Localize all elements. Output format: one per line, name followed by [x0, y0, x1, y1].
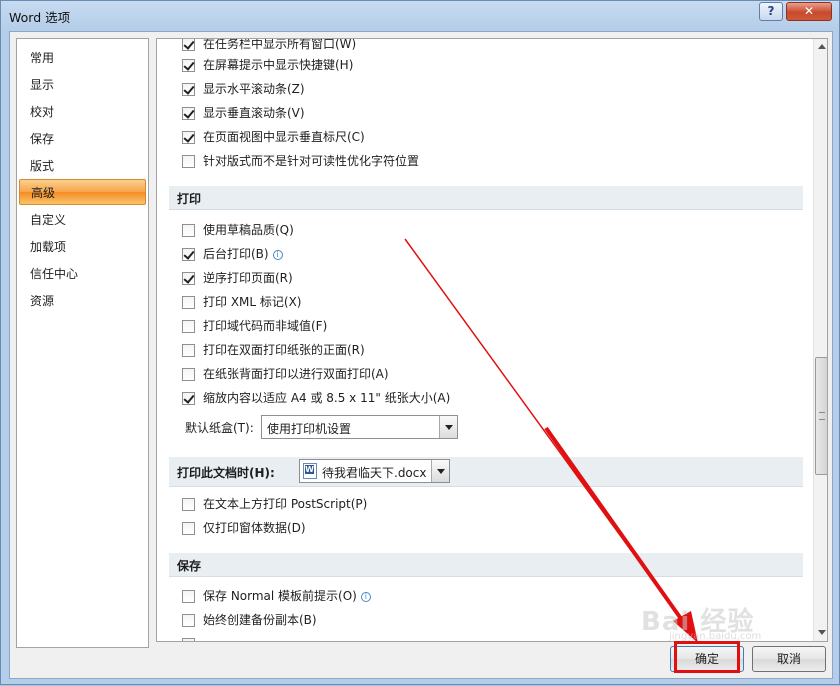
word-options-dialog: Word 选项 ? ✕ 常用 显示 校对 保存 版式 高级 自定义 加载项 信任… [0, 0, 840, 685]
nav-item-resources[interactable]: 资源 [19, 288, 146, 314]
dialog-client: 常用 显示 校对 保存 版式 高级 自定义 加载项 信任中心 资源 在任务栏中显… [9, 31, 833, 679]
checkbox[interactable] [182, 272, 195, 285]
section-save: 保存 [169, 553, 803, 577]
chevron-down-icon[interactable] [431, 460, 449, 482]
scroll-up-icon[interactable] [814, 39, 827, 55]
checkbox[interactable] [182, 296, 195, 309]
default-tray-label: 默认纸盒(T): [185, 421, 254, 435]
checkbox[interactable] [182, 614, 195, 627]
close-button[interactable]: ✕ [786, 2, 832, 21]
cancel-button[interactable]: 取消 [752, 646, 826, 672]
section-title: 保存 [177, 559, 202, 573]
checkbox[interactable] [182, 155, 195, 168]
checkbox[interactable] [182, 368, 195, 381]
info-icon: i [360, 592, 371, 602]
annotation-highlight-box [674, 641, 740, 673]
nav-item-trust-center[interactable]: 信任中心 [19, 261, 146, 287]
option-label: 后台打印(B) [203, 247, 269, 261]
word-document-icon [303, 463, 317, 479]
checkbox[interactable] [182, 320, 195, 333]
checkbox[interactable] [182, 638, 195, 641]
info-icon: i [272, 250, 283, 260]
nav-item-common[interactable]: 常用 [19, 45, 146, 71]
nav-item-proofing[interactable]: 校对 [19, 99, 146, 125]
checkbox[interactable] [182, 59, 195, 72]
nav-item-addins[interactable]: 加载项 [19, 234, 146, 260]
default-tray-select[interactable]: 使用打印机设置 [261, 415, 458, 439]
window-title: Word 选项 [9, 10, 71, 25]
option-label: 保存 Normal 模板前提示(O) [203, 589, 357, 603]
baidu-watermark-url: jingyan.baidu.com [669, 631, 762, 642]
document-select[interactable]: 待我君临天下.docx [299, 459, 450, 483]
vertical-scrollbar[interactable] [813, 39, 827, 641]
checkbox[interactable] [182, 392, 195, 405]
section-print-document: 打印此文档时(H): 待我君临天下.docx [169, 457, 803, 487]
checkbox[interactable] [182, 248, 195, 261]
checkbox[interactable] [182, 131, 195, 144]
title-bar: Word 选项 ? ✕ [1, 1, 840, 31]
help-button[interactable]: ? [759, 2, 783, 21]
section-print: 打印 [169, 186, 803, 210]
nav-item-customize[interactable]: 自定义 [19, 207, 146, 233]
section-title: 打印此文档时(H): [177, 466, 275, 480]
nav-item-display[interactable]: 显示 [19, 72, 146, 98]
chevron-down-icon[interactable] [439, 416, 457, 438]
scrollbar-thumb[interactable] [815, 357, 827, 475]
checkbox[interactable] [182, 39, 195, 51]
scroll-down-icon[interactable] [814, 624, 827, 640]
document-value: 待我君临天下.docx [322, 466, 427, 480]
section-title: 打印 [177, 192, 202, 206]
options-content: 在任务栏中显示所有窗口(W) 在屏幕提示中显示快捷键(H) 显示水平滚动条(Z)… [156, 38, 828, 642]
nav-item-layout[interactable]: 版式 [19, 153, 146, 179]
checkbox[interactable] [182, 590, 195, 603]
category-nav: 常用 显示 校对 保存 版式 高级 自定义 加载项 信任中心 资源 [16, 38, 149, 648]
checkbox[interactable] [182, 498, 195, 511]
checkbox[interactable] [182, 83, 195, 96]
checkbox[interactable] [182, 344, 195, 357]
checkbox[interactable] [182, 224, 195, 237]
default-tray-value: 使用打印机设置 [267, 422, 352, 436]
nav-item-save[interactable]: 保存 [19, 126, 146, 152]
nav-item-advanced[interactable]: 高级 [19, 179, 146, 205]
checkbox[interactable] [182, 522, 195, 535]
checkbox[interactable] [182, 107, 195, 120]
